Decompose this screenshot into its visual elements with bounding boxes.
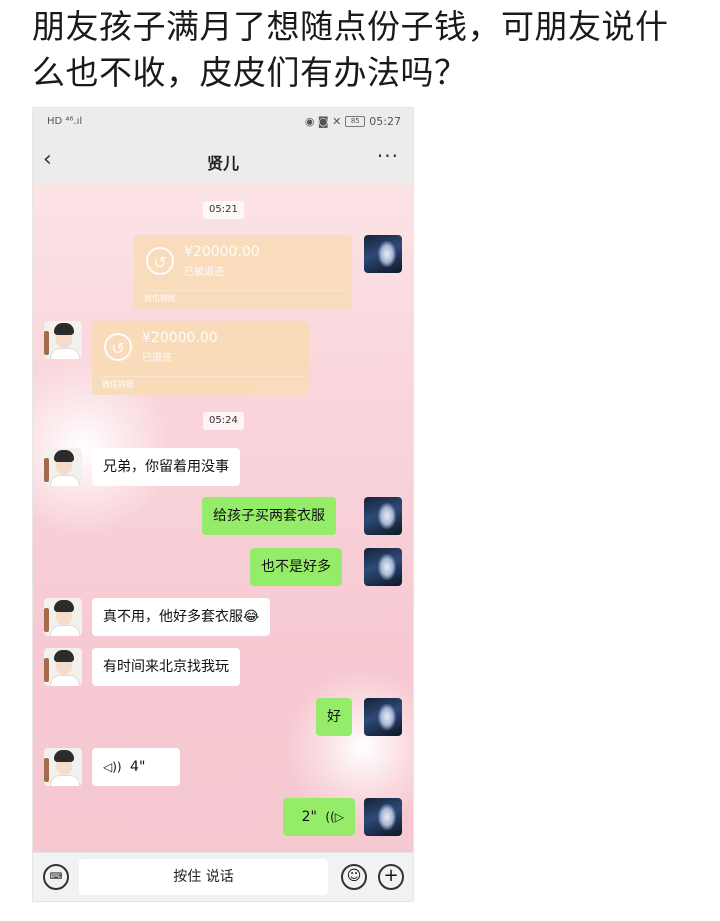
my-avatar[interactable] (364, 548, 402, 586)
transfer-amount: ¥20000.00 (142, 330, 218, 346)
my-avatar[interactable] (364, 497, 402, 535)
voice-message-in[interactable]: ◁)) 4" (92, 748, 180, 786)
status-icons: ◉ ◙ ✕ 85 05:27 (305, 115, 401, 128)
friend-avatar[interactable] (44, 598, 82, 636)
refund-icon: ↺ (104, 333, 132, 361)
post-title: 朋友孩子满月了想随点份子钱，可朋友说什么也不收，皮皮们有办法吗？ (32, 7, 669, 92)
voice-duration: 4" (130, 759, 146, 775)
voice-wave-icon: ((▷ (325, 810, 344, 824)
message-bubble[interactable]: 兄弟，你留着用没事 (92, 448, 240, 486)
battery-icon: 85 (345, 116, 366, 127)
friend-avatar[interactable] (44, 448, 82, 486)
message-bubble[interactable]: 也不是好多 (250, 548, 342, 586)
my-avatar[interactable] (364, 235, 402, 273)
status-time: 05:27 (369, 115, 401, 128)
more-icon[interactable]: ··· (377, 144, 399, 168)
friend-avatar[interactable] (44, 748, 82, 786)
message-bubble[interactable]: 好 (316, 698, 352, 736)
my-avatar[interactable] (364, 798, 402, 836)
chat-header: ‹ 贤儿 ··· (33, 138, 413, 184)
timestamp: 05:21 (203, 201, 244, 219)
emoji-icon[interactable]: ☺ (341, 864, 367, 890)
transfer-footer: 微信转账 (144, 294, 176, 303)
chat-screenshot: HD ⁴⁶.ıl ◉ ◙ ✕ 85 05:27 ‹ 贤儿 ··· 05:21 ↺… (32, 107, 414, 902)
status-bar: HD ⁴⁶.ıl ◉ ◙ ✕ 85 05:27 (33, 108, 413, 138)
message-bubble[interactable]: 有时间来北京找我玩 (92, 648, 240, 686)
signal-indicator: HD ⁴⁶.ıl (47, 116, 83, 127)
transfer-amount: ¥20000.00 (184, 244, 260, 260)
divider (100, 376, 302, 377)
keyboard-icon[interactable]: ⌨ (43, 864, 69, 890)
transfer-status: 已退还 (142, 353, 172, 364)
transfer-status: 已被退还 (184, 267, 224, 278)
transfer-footer: 微信转账 (102, 380, 134, 389)
divider (142, 290, 344, 291)
voice-wave-icon: ◁)) (103, 760, 122, 774)
voice-message-out[interactable]: 2" ((▷ (283, 798, 355, 836)
message-bubble[interactable]: 真不用，他好多套衣服😂 (92, 598, 271, 636)
transfer-card-received[interactable]: ↺ ¥20000.00 已退还 微信转账 (92, 321, 310, 395)
press-to-talk-button[interactable]: 按住 说话 (79, 859, 328, 895)
my-avatar[interactable] (364, 698, 402, 736)
input-bar: ⌨ 按住 说话 ☺ + (33, 852, 413, 901)
plus-icon[interactable]: + (378, 864, 404, 890)
contact-name: 贤儿 (206, 154, 239, 173)
friend-avatar[interactable] (44, 321, 82, 359)
refund-icon: ↺ (146, 247, 174, 275)
message-bubble[interactable]: 给孩子买两套衣服 (202, 497, 336, 535)
transfer-card-sent[interactable]: ↺ ¥20000.00 已被退还 微信转账 (134, 235, 352, 309)
voice-duration: 2" (301, 809, 317, 825)
timestamp: 05:24 (203, 412, 244, 430)
status-icons-glyphs: ◉ ◙ ✕ (304, 115, 342, 128)
friend-avatar[interactable] (44, 648, 82, 686)
